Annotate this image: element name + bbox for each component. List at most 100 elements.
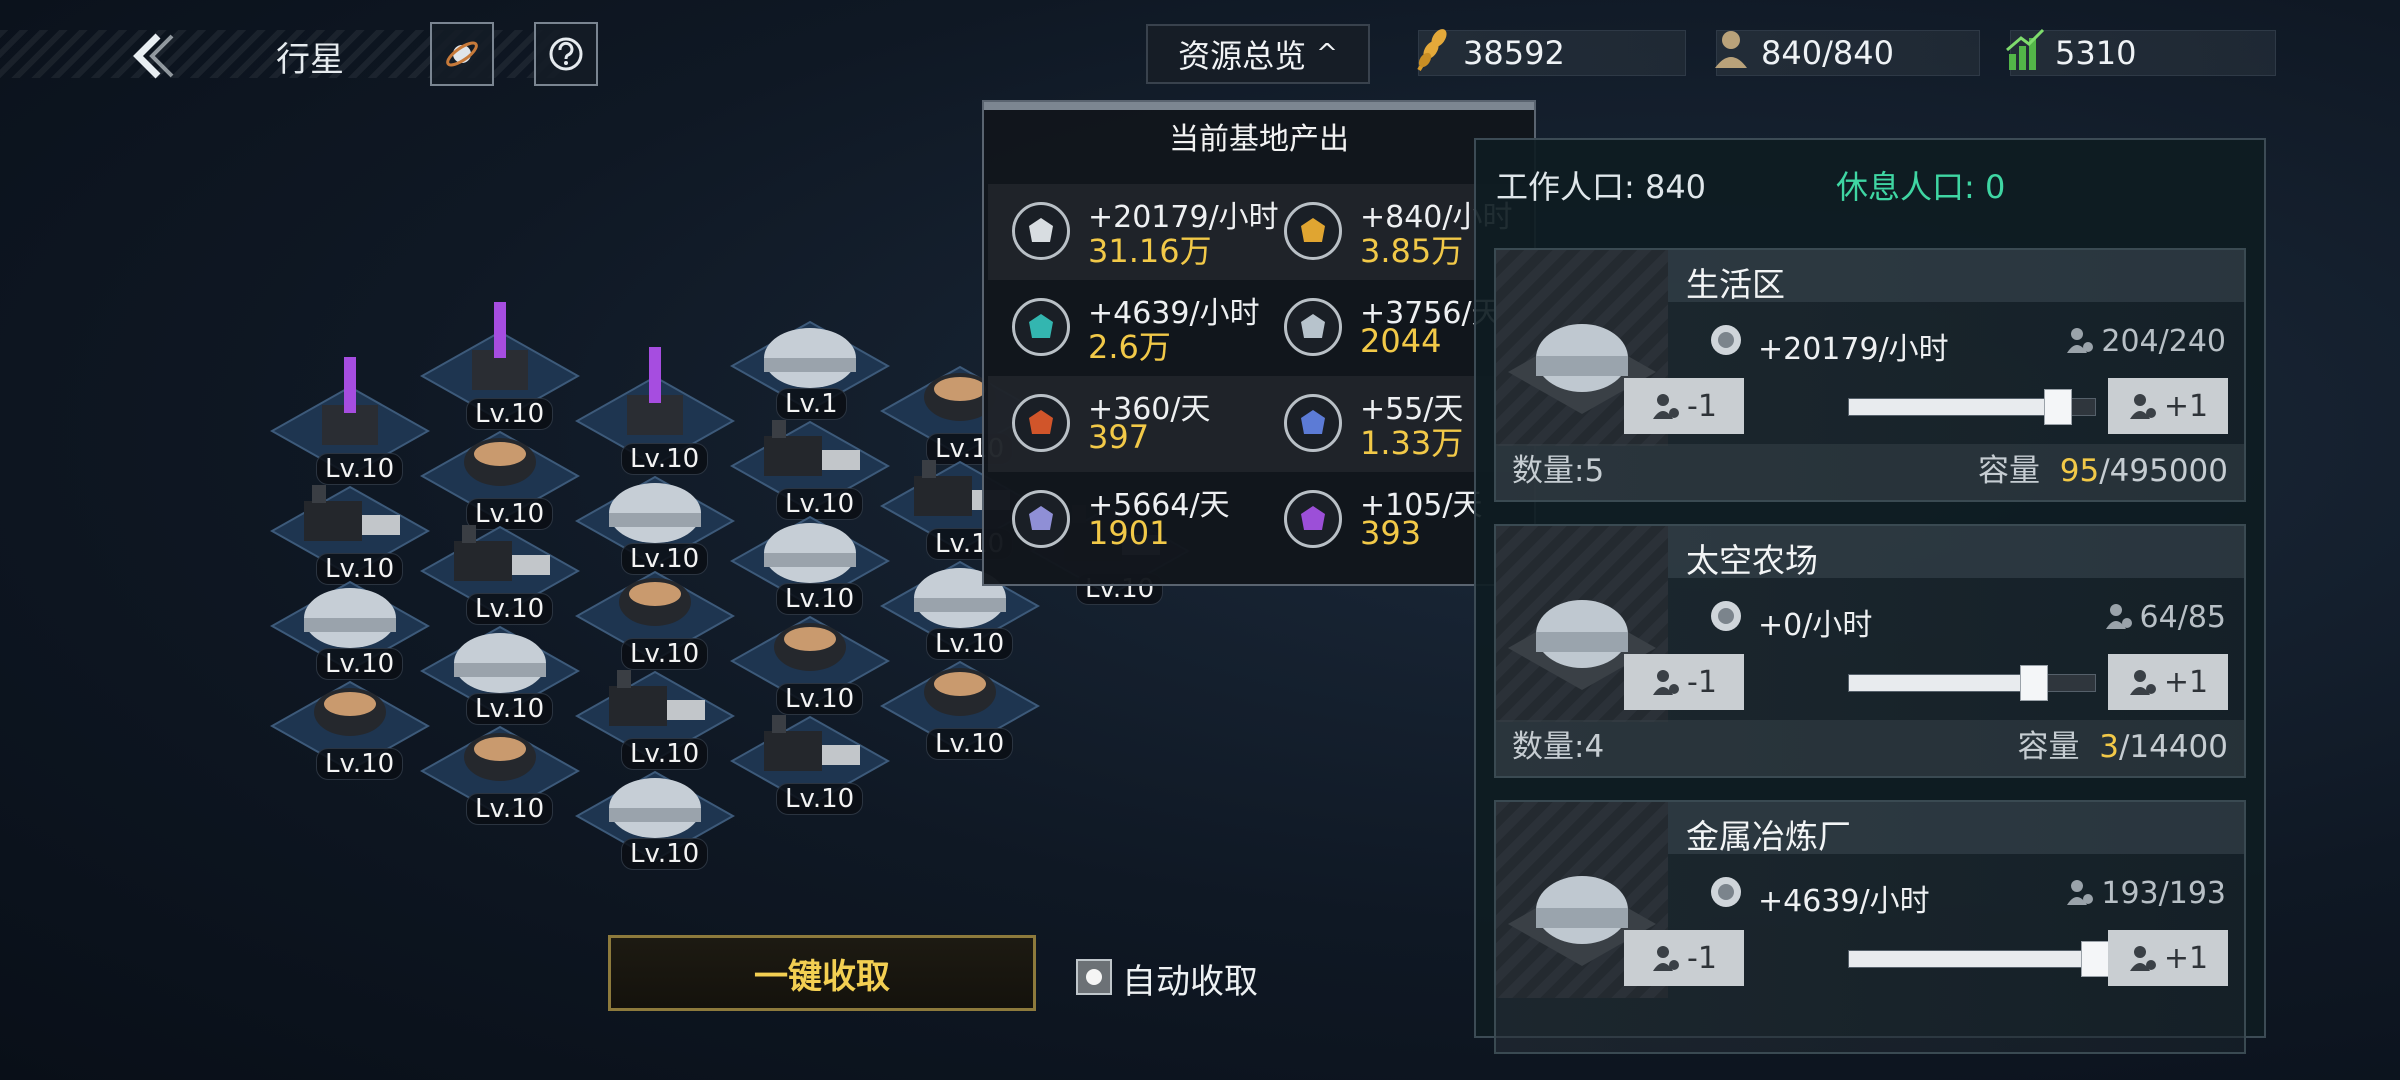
worker-icon xyxy=(2105,604,2132,629)
gem-icon xyxy=(1284,490,1342,548)
add-worker-button[interactable]: +1 xyxy=(2108,378,2228,434)
planet-button[interactable] xyxy=(430,22,494,86)
production-item: +360/天 397 xyxy=(988,376,1258,472)
crystal-icon xyxy=(1284,298,1342,356)
furnace-building-icon xyxy=(774,623,846,671)
capacity-used: 95 xyxy=(2059,453,2100,489)
worker-count: 193/193 xyxy=(2065,876,2226,911)
building-count: 数量:5 xyxy=(1512,453,1605,489)
popup-row: +4639/小时 2.6万 +3756/天 2044 xyxy=(988,280,1530,376)
worker-slider[interactable] xyxy=(1848,665,2096,701)
add-worker-label: +1 xyxy=(2163,388,2209,424)
building-name: 金属冶炼厂 xyxy=(1686,817,1851,856)
level-badge: Lv.10 xyxy=(621,838,709,870)
auto-collect-checkbox[interactable] xyxy=(1076,959,1112,995)
worker-icon xyxy=(2067,328,2094,353)
building-card: 生活区 +20179/小时 204/240 -1 +1 数量:5 容量 95/495000 xyxy=(1494,248,2246,502)
production-item: +5664/天 1901 xyxy=(988,472,1258,568)
worker-slider[interactable] xyxy=(1848,389,2096,425)
building-tile[interactable]: Lv.10 xyxy=(730,715,890,815)
overview-label: 资源总览 xyxy=(1178,37,1307,75)
level-badge: Lv.10 xyxy=(316,748,404,780)
remove-worker-label: -1 xyxy=(1687,388,1717,424)
dome-building-icon xyxy=(304,588,396,648)
building-tile[interactable]: Lv.10 xyxy=(575,770,735,870)
factory-building-icon xyxy=(764,420,860,476)
metal-bar-icon xyxy=(1012,298,1070,356)
level-badge: Lv.10 xyxy=(926,728,1014,760)
resting-population: 休息人口: 0 xyxy=(1836,168,2006,206)
population-value: 840/840 xyxy=(1761,34,1894,72)
capacity-label: 容量 xyxy=(2017,729,2080,765)
production-item: +20179/小时 31.16万 xyxy=(988,184,1279,280)
building-rate: +20179/小时 xyxy=(1758,332,1949,367)
collect-all-button[interactable]: 一键收取 xyxy=(608,935,1036,1011)
building-card: 金属冶炼厂 +4639/小时 193/193 -1 +1 xyxy=(1494,800,2246,1054)
worker-plus-icon xyxy=(2129,394,2156,419)
worker-icon xyxy=(2067,880,2094,905)
worker-value: 64/85 xyxy=(2139,600,2226,635)
tower-building-icon xyxy=(627,347,683,435)
slider-knob[interactable] xyxy=(2081,941,2109,977)
factory-building-icon xyxy=(609,670,705,726)
worker-value: 204/240 xyxy=(2101,324,2226,359)
factory-building-icon xyxy=(304,485,400,541)
caret-up-icon: ^ xyxy=(1316,39,1338,69)
building-tile[interactable]: Lv.10 xyxy=(880,660,1040,760)
wheat-icon xyxy=(1417,29,1447,72)
working-population: 工作人口: 840 xyxy=(1496,168,1707,206)
slider-fill xyxy=(1849,675,2034,691)
add-worker-button[interactable]: +1 xyxy=(2108,930,2228,986)
capacity: 容量 3/14400 xyxy=(2017,721,2228,766)
slider-knob[interactable] xyxy=(2044,389,2073,425)
resource-overview-button[interactable]: 资源总览 ^ xyxy=(1146,24,1370,84)
worker-plus-icon xyxy=(2129,946,2156,971)
production-amount: 2.6万 xyxy=(1088,328,1171,366)
furnace-building-icon xyxy=(464,438,536,486)
worker-minus-icon xyxy=(1653,670,1680,695)
help-button[interactable] xyxy=(534,22,598,86)
building-tile[interactable]: Lv.10 xyxy=(420,725,580,825)
wheat-icon xyxy=(1711,601,1741,631)
collect-all-label: 一键收取 xyxy=(754,956,890,997)
add-worker-button[interactable]: +1 xyxy=(2108,654,2228,710)
energy-coin-icon xyxy=(1012,202,1070,260)
capacity-total: /495000 xyxy=(2099,453,2228,489)
worker-slider[interactable] xyxy=(1848,941,2109,977)
remove-worker-label: -1 xyxy=(1687,664,1717,700)
spark-icon xyxy=(1284,394,1342,452)
population-icon xyxy=(1715,31,1747,68)
production-amount: 31.16万 xyxy=(1088,232,1212,270)
resource-overview-popup: 当前基地产出 +20179/小时 31.16万 +840/小时 3.85万 +4639/… xyxy=(982,100,1536,586)
back-button[interactable] xyxy=(128,28,180,84)
dome-building-icon xyxy=(609,778,701,838)
slider-fill xyxy=(1849,951,2095,967)
building-count: 数量:4 xyxy=(1512,729,1605,765)
dome-building-icon xyxy=(609,483,701,543)
bar-chart-icon xyxy=(2006,28,2045,70)
production-item: +4639/小时 2.6万 xyxy=(988,280,1260,376)
building-tile[interactable]: Lv.10 xyxy=(270,680,430,780)
resource-population: 840/840 xyxy=(1715,30,1980,76)
remove-worker-button[interactable]: -1 xyxy=(1624,654,1744,710)
popup-row: +5664/天 1901 +105/天 393 xyxy=(988,472,1530,568)
factory-building-icon xyxy=(454,525,550,581)
remove-worker-button[interactable]: -1 xyxy=(1624,378,1744,434)
production-amount: 2044 xyxy=(1360,322,1442,360)
metal-bar-icon xyxy=(1711,877,1741,907)
resource-score: 5310 xyxy=(2006,28,2276,76)
worker-count: 64/85 xyxy=(2104,600,2226,635)
energy-coin-icon xyxy=(1711,325,1741,355)
popup-title: 当前基地产出 xyxy=(1169,122,1349,157)
building-card: 太空农场 +0/小时 64/85 -1 +1 数量:4 容量 3/14400 xyxy=(1494,524,2246,778)
production-amount: 397 xyxy=(1088,418,1150,456)
slider-knob[interactable] xyxy=(2019,665,2048,701)
capacity: 容量 95/495000 xyxy=(1978,445,2228,490)
add-worker-label: +1 xyxy=(2163,940,2209,976)
remove-worker-button[interactable]: -1 xyxy=(1624,930,1744,986)
level-badge: Lv.10 xyxy=(776,783,864,815)
production-amount: 1.33万 xyxy=(1360,424,1464,462)
factory-building-icon xyxy=(764,715,860,771)
popup-row: +20179/小时 31.16万 +840/小时 3.85万 xyxy=(988,184,1530,280)
furnace-building-icon xyxy=(619,578,691,626)
